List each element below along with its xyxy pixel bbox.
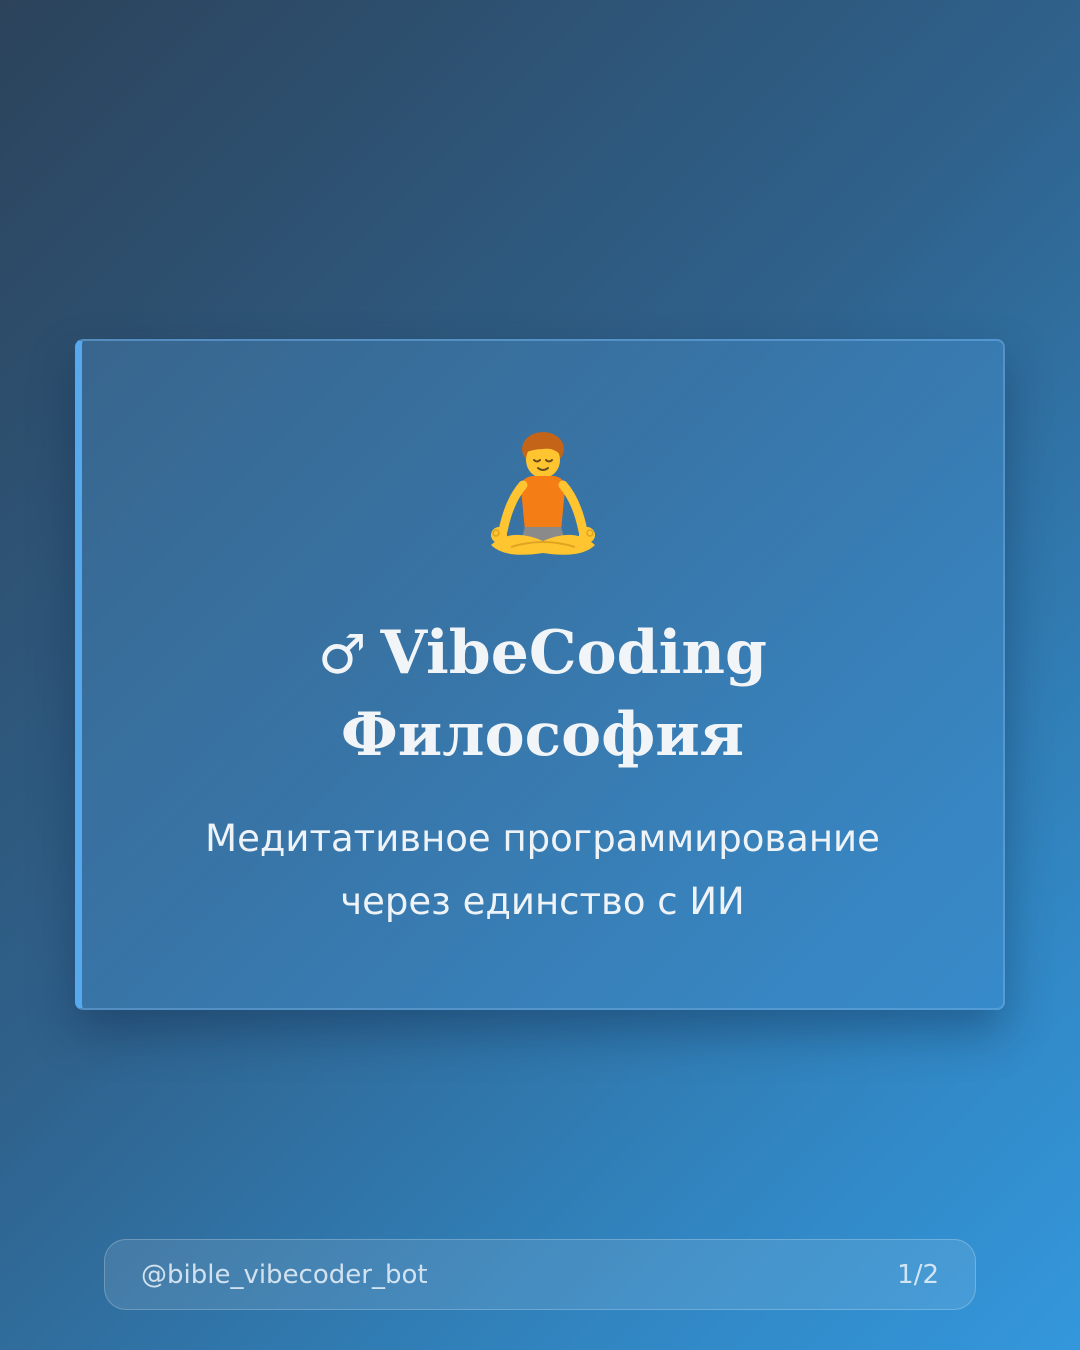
subtitle-line-2: через единство с ИИ: [340, 880, 745, 923]
footer-bar: @bible_vibecoder_bot 1/2: [104, 1239, 976, 1310]
title-text-vibecoding: VibeCoding: [380, 618, 767, 688]
page-indicator: 1/2: [897, 1259, 939, 1290]
male-sign-icon: ♂: [318, 623, 367, 686]
card-subtitle: Медитативное программирование через един…: [82, 807, 1003, 933]
title-line-2: Философия: [340, 700, 745, 770]
title-card: ♂ VibeCoding Философия Медитативное прогр…: [75, 339, 1005, 1010]
card-title: ♂ VibeCoding Философия: [82, 613, 1003, 775]
title-line-1: ♂ VibeCoding: [82, 613, 1003, 695]
bot-handle-link[interactable]: @bible_vibecoder_bot: [141, 1260, 428, 1290]
person-in-lotus-position-icon: [82, 429, 1003, 565]
subtitle-line-1: Медитативное программирование: [205, 817, 880, 860]
